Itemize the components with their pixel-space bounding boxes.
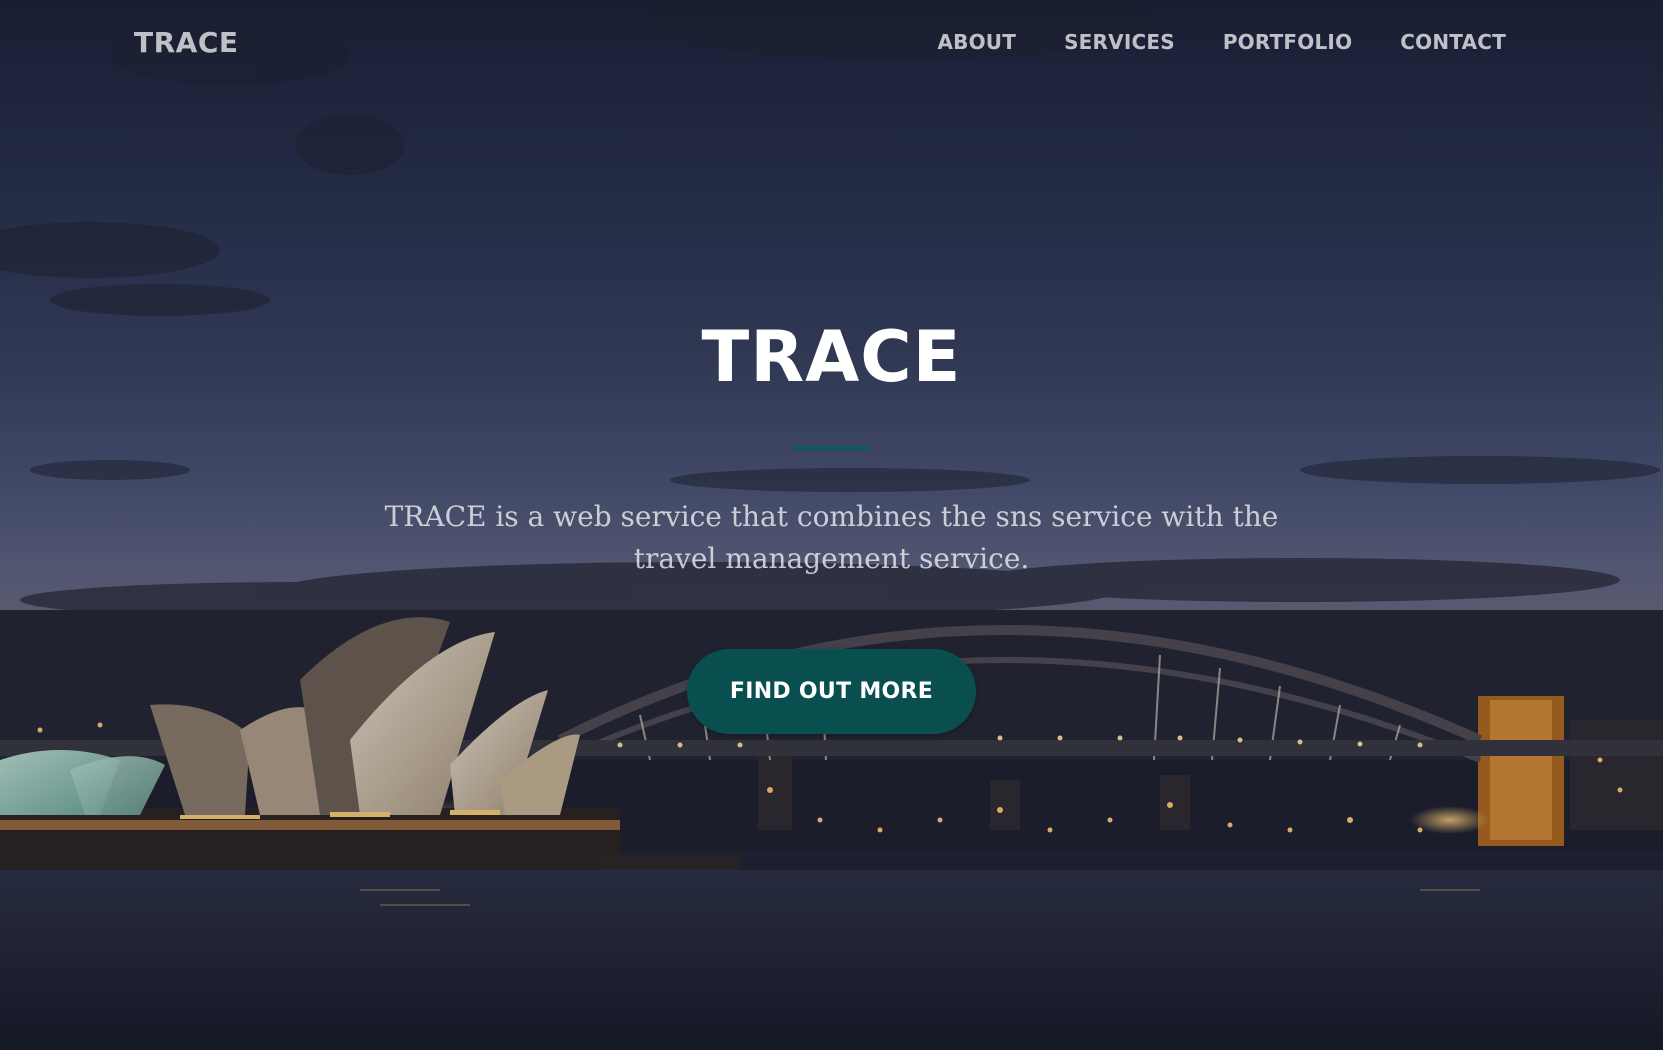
find-out-more-button[interactable]: FIND OUT MORE	[687, 649, 976, 734]
hero-divider	[794, 446, 869, 450]
nav-links: ABOUT SERVICES PORTFOLIO CONTACT	[889, 30, 1506, 54]
hero-title: TRACE	[701, 316, 962, 398]
nav-link-contact[interactable]: CONTACT	[1400, 30, 1506, 54]
hero-subtitle: TRACE is a web service that combines the…	[384, 500, 1279, 575]
nav-link-about[interactable]: ABOUT	[937, 30, 1016, 54]
brand-logo-link[interactable]: TRACE	[134, 26, 239, 59]
navbar: TRACE ABOUT SERVICES PORTFOLIO CONTACT	[0, 0, 1663, 86]
nav-link-portfolio[interactable]: PORTFOLIO	[1223, 30, 1352, 54]
nav-link-services[interactable]: SERVICES	[1064, 30, 1175, 54]
